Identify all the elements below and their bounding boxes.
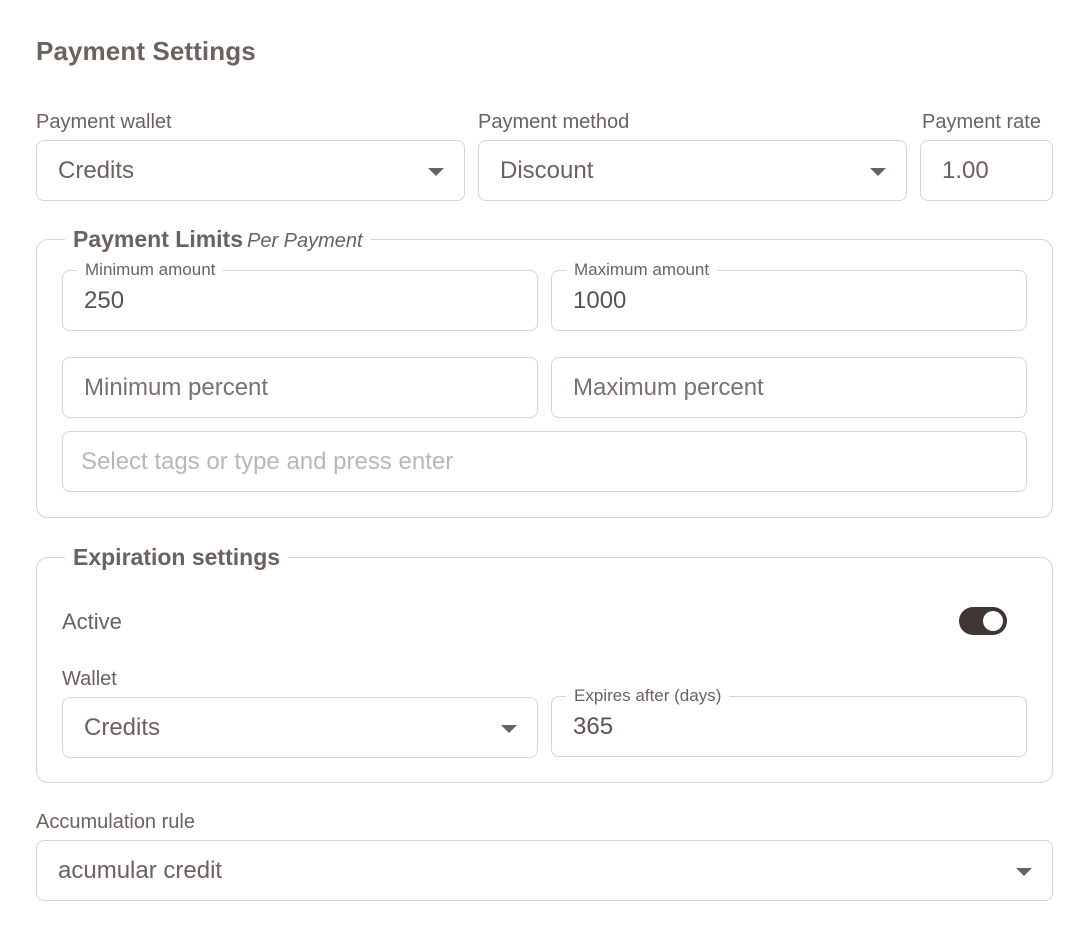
maximum-percent-input[interactable]: Maximum percent xyxy=(551,357,1027,418)
payment-method-label: Payment method xyxy=(478,111,630,133)
payment-wallet-label: Payment wallet xyxy=(36,111,172,133)
expiration-settings-legend: Expiration settings xyxy=(65,540,289,578)
expiration-wallet-select[interactable]: Credits xyxy=(62,697,538,758)
accumulation-rule-value: acumular credit xyxy=(58,857,223,884)
payment-settings-page: Payment Settings Payment wallet Credits … xyxy=(0,0,1090,948)
maximum-amount-value: 1000 xyxy=(573,287,627,314)
expiration-settings-title: Expiration settings xyxy=(73,544,281,570)
caret-down-icon xyxy=(501,725,517,733)
accumulation-rule-select[interactable]: acumular credit xyxy=(36,840,1053,901)
active-toggle[interactable] xyxy=(959,607,1007,635)
payment-limits-legend: Payment Limits Per Payment xyxy=(65,222,371,260)
tags-placeholder: Select tags or type and press enter xyxy=(81,448,454,475)
payment-rate-value: 1.00 xyxy=(942,157,989,184)
payment-method-value: Discount xyxy=(500,157,594,184)
toggle-knob xyxy=(983,611,1003,631)
active-label: Active xyxy=(62,609,122,634)
caret-down-icon xyxy=(428,168,444,176)
tags-input[interactable]: Select tags or type and press enter xyxy=(62,431,1027,492)
payment-wallet-value: Credits xyxy=(58,157,135,184)
maximum-amount-input[interactable]: Maximum amount 1000 xyxy=(551,260,1027,331)
minimum-amount-input[interactable]: Minimum amount 250 xyxy=(62,260,538,331)
expiration-wallet-value: Credits xyxy=(84,714,161,741)
expires-after-value: 365 xyxy=(573,713,614,740)
expiration-wallet-label: Wallet xyxy=(62,668,117,690)
payment-limits-subtitle: Per Payment xyxy=(247,230,363,252)
expires-after-input[interactable]: Expires after (days) 365 xyxy=(551,686,1027,757)
caret-down-icon xyxy=(1016,868,1032,876)
minimum-percent-input[interactable]: Minimum percent xyxy=(62,357,538,418)
minimum-amount-value: 250 xyxy=(84,287,125,314)
caret-down-icon xyxy=(870,168,886,176)
payment-method-select[interactable]: Discount xyxy=(478,140,907,201)
maximum-percent-placeholder: Maximum percent xyxy=(573,374,764,401)
payment-rate-label: Payment rate xyxy=(922,111,1041,133)
minimum-percent-placeholder: Minimum percent xyxy=(84,374,269,401)
payment-wallet-select[interactable]: Credits xyxy=(36,140,465,201)
accumulation-rule-label: Accumulation rule xyxy=(36,811,195,833)
payment-limits-title: Payment Limits xyxy=(73,226,243,252)
payment-rate-input[interactable]: 1.00 xyxy=(920,140,1053,201)
page-title: Payment Settings xyxy=(36,36,256,66)
